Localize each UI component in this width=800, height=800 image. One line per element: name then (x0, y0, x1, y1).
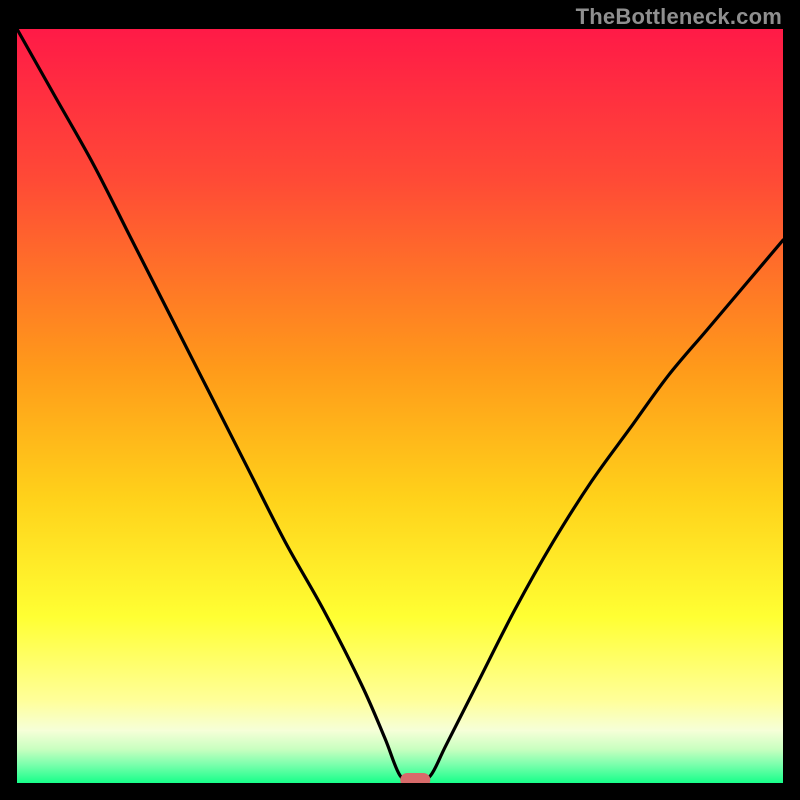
watermark-text: TheBottleneck.com (576, 4, 782, 30)
minimum-marker (400, 773, 430, 783)
chart-background (17, 29, 783, 783)
bottleneck-chart (17, 29, 783, 783)
chart-frame (17, 29, 783, 783)
